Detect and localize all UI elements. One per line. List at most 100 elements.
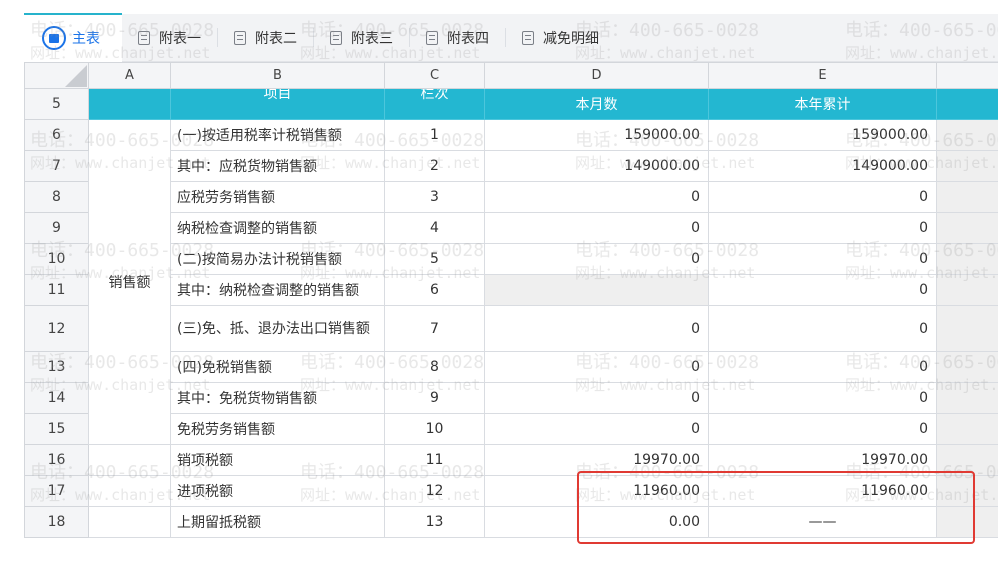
line-no-cell[interactable]: 7 bbox=[384, 305, 485, 352]
item-cell[interactable]: 其中：纳税检查调整的销售额 bbox=[170, 274, 385, 306]
tab-schedule-4[interactable]: 附表四 bbox=[410, 14, 505, 62]
row-number[interactable]: 14 bbox=[24, 382, 89, 414]
item-cell[interactable]: 其中：免税货物销售额 bbox=[170, 382, 385, 414]
tab-reduction-details[interactable]: 减免明细 bbox=[506, 14, 615, 62]
row-number[interactable]: 5 bbox=[24, 88, 89, 120]
select-all-corner[interactable] bbox=[24, 62, 89, 89]
item-cell[interactable]: (二)按简易办法计税销售额 bbox=[170, 243, 385, 275]
column-header-f[interactable] bbox=[936, 62, 998, 89]
row-number[interactable]: 10 bbox=[24, 243, 89, 275]
item-cell[interactable]: 应税劳务销售额 bbox=[170, 181, 385, 213]
row-number[interactable]: 13 bbox=[24, 351, 89, 383]
year-value-cell[interactable]: 0 bbox=[708, 382, 937, 414]
year-value-cell[interactable]: 159000.00 bbox=[708, 119, 937, 151]
month-value-cell[interactable]: 0 bbox=[484, 351, 709, 383]
item-cell[interactable]: 销项税额 bbox=[170, 444, 385, 476]
tab-label: 附表一 bbox=[159, 31, 201, 47]
line-no-cell[interactable]: 8 bbox=[384, 351, 485, 383]
sheet-tabs: 主表 附表一 附表二 附表三 附表四 减免明细 bbox=[24, 13, 998, 62]
sheet-tab-bar: 主表 附表一 附表二 附表三 附表四 减免明细 bbox=[0, 0, 998, 62]
empty-cell[interactable] bbox=[936, 181, 998, 213]
tab-schedule-1[interactable]: 附表一 bbox=[122, 14, 217, 62]
row-number[interactable]: 7 bbox=[24, 150, 89, 182]
item-cell[interactable]: 进项税额 bbox=[170, 475, 385, 507]
month-value-cell[interactable]: 0 bbox=[484, 181, 709, 213]
month-value-cell[interactable]: 0 bbox=[484, 382, 709, 414]
year-value-cell[interactable]: 0 bbox=[708, 413, 937, 445]
empty-cell[interactable] bbox=[936, 506, 998, 538]
row-number[interactable]: 18 bbox=[24, 506, 89, 538]
year-value-cell[interactable]: 0 bbox=[708, 181, 937, 213]
item-cell[interactable]: (一)按适用税率计税销售额 bbox=[170, 119, 385, 151]
empty-cell[interactable] bbox=[936, 351, 998, 383]
tab-schedule-3[interactable]: 附表三 bbox=[314, 14, 409, 62]
row-number[interactable]: 8 bbox=[24, 181, 89, 213]
item-cell[interactable]: 上期留抵税额 bbox=[170, 506, 385, 538]
column-header-b[interactable]: B bbox=[170, 62, 385, 89]
column-header-d[interactable]: D bbox=[484, 62, 709, 89]
line-no-cell[interactable]: 9 bbox=[384, 382, 485, 414]
empty-cell[interactable] bbox=[936, 382, 998, 414]
empty-cell[interactable] bbox=[936, 119, 998, 151]
empty-cell[interactable] bbox=[936, 305, 998, 352]
header-cell bbox=[88, 88, 171, 120]
line-no-cell[interactable]: 13 bbox=[384, 506, 485, 538]
line-no-cell[interactable]: 11 bbox=[384, 444, 485, 476]
month-value-cell[interactable]: 0 bbox=[484, 305, 709, 352]
row-number[interactable]: 11 bbox=[24, 274, 89, 306]
empty-cell[interactable] bbox=[936, 243, 998, 275]
line-no-cell[interactable]: 10 bbox=[384, 413, 485, 445]
line-no-cell[interactable]: 4 bbox=[384, 212, 485, 244]
tab-main[interactable]: 主表 bbox=[24, 13, 122, 62]
line-no-cell[interactable]: 3 bbox=[384, 181, 485, 213]
empty-cell[interactable] bbox=[936, 150, 998, 182]
month-value-cell[interactable]: 0 bbox=[484, 212, 709, 244]
line-no-cell[interactable]: 5 bbox=[384, 243, 485, 275]
row-number[interactable]: 12 bbox=[24, 305, 89, 352]
month-value-cell[interactable] bbox=[484, 274, 709, 306]
year-value-cell[interactable]: 0 bbox=[708, 351, 937, 383]
month-value-cell[interactable]: 0.00 bbox=[484, 506, 709, 538]
line-no-cell[interactable]: 1 bbox=[384, 119, 485, 151]
row-number[interactable]: 16 bbox=[24, 444, 89, 476]
row-number[interactable]: 15 bbox=[24, 413, 89, 445]
line-no-cell[interactable]: 6 bbox=[384, 274, 485, 306]
year-value-cell[interactable]: —— bbox=[708, 506, 937, 538]
year-value-cell[interactable]: 11960.00 bbox=[708, 475, 937, 507]
year-value-cell[interactable]: 19970.00 bbox=[708, 444, 937, 476]
group-empty-cell bbox=[88, 506, 171, 538]
column-header-a[interactable]: A bbox=[88, 62, 171, 89]
header-year-to-date: 本年累计 bbox=[708, 88, 937, 120]
tab-schedule-2[interactable]: 附表二 bbox=[218, 14, 313, 62]
empty-cell[interactable] bbox=[936, 475, 998, 507]
month-value-cell[interactable]: 0 bbox=[484, 413, 709, 445]
empty-cell[interactable] bbox=[936, 444, 998, 476]
column-header-c[interactable]: C bbox=[384, 62, 485, 89]
tab-label: 附表三 bbox=[351, 31, 393, 47]
empty-cell[interactable] bbox=[936, 212, 998, 244]
year-value-cell[interactable]: 0 bbox=[708, 274, 937, 306]
month-value-cell[interactable]: 19970.00 bbox=[484, 444, 709, 476]
item-cell[interactable]: 纳税检查调整的销售额 bbox=[170, 212, 385, 244]
line-no-cell[interactable]: 2 bbox=[384, 150, 485, 182]
empty-cell[interactable] bbox=[936, 274, 998, 306]
line-no-cell[interactable]: 12 bbox=[384, 475, 485, 507]
year-value-cell[interactable]: 0 bbox=[708, 243, 937, 275]
row-number[interactable]: 17 bbox=[24, 475, 89, 507]
row-number[interactable]: 9 bbox=[24, 212, 89, 244]
year-value-cell[interactable]: 0 bbox=[708, 305, 937, 352]
year-value-cell[interactable]: 149000.00 bbox=[708, 150, 937, 182]
empty-cell[interactable] bbox=[936, 413, 998, 445]
item-cell[interactable]: (四)免税销售额 bbox=[170, 351, 385, 383]
item-cell[interactable]: 其中：应税货物销售额 bbox=[170, 150, 385, 182]
month-value-cell[interactable]: 149000.00 bbox=[484, 150, 709, 182]
year-value-cell[interactable]: 0 bbox=[708, 212, 937, 244]
column-header-e[interactable]: E bbox=[708, 62, 937, 89]
month-value-cell[interactable]: 159000.00 bbox=[484, 119, 709, 151]
item-cell[interactable]: (三)免、抵、退办法出口销售额 bbox=[170, 305, 385, 352]
item-cell[interactable]: 免税劳务销售额 bbox=[170, 413, 385, 445]
month-value-cell[interactable]: 0 bbox=[484, 243, 709, 275]
header-item: 项目 bbox=[170, 88, 385, 120]
row-number[interactable]: 6 bbox=[24, 119, 89, 151]
month-value-cell[interactable]: 11960.00 bbox=[484, 475, 709, 507]
